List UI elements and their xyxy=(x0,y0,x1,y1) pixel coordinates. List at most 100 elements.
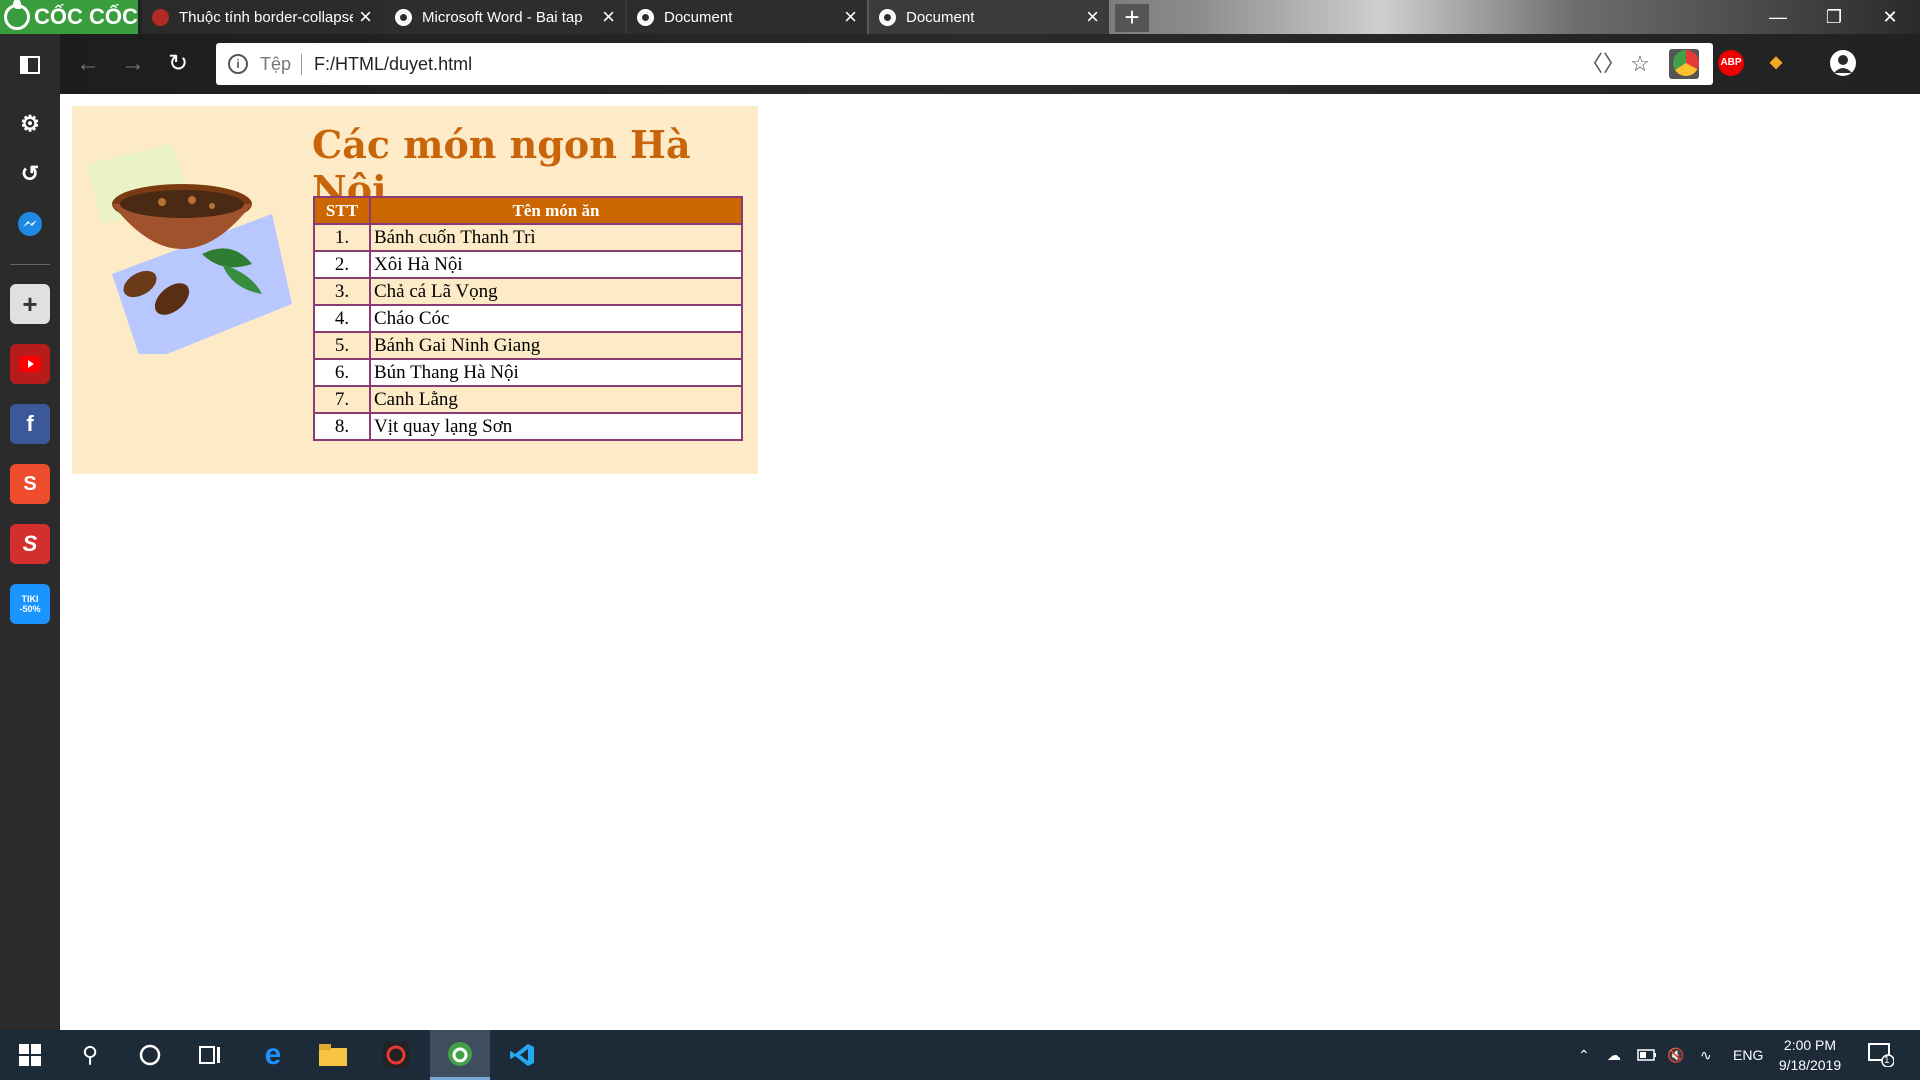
table-row: 2. Xôi Hà Nội xyxy=(313,250,743,279)
column-header-dish: Tên món ăn xyxy=(369,196,743,225)
clock-time: 2:00 PM xyxy=(1783,1037,1837,1053)
row-number: 8. xyxy=(313,412,371,441)
file-explorer-icon[interactable] xyxy=(303,1030,363,1080)
globe-icon xyxy=(879,8,896,26)
battery-icon[interactable] xyxy=(1637,1030,1657,1080)
shopee-icon[interactable]: S xyxy=(10,464,50,504)
adblock-icon[interactable]: ABP xyxy=(1718,50,1744,76)
sidebar-toggle-icon[interactable] xyxy=(10,45,50,85)
tab-title: Document xyxy=(906,8,975,26)
food-table: STT Tên món ăn 1. Bánh cuốn Thanh Trì 2. X… xyxy=(313,196,743,441)
row-number: 4. xyxy=(313,304,371,333)
dish-name: Xôi Hà Nội xyxy=(369,250,743,279)
coccoc-logo[interactable]: CỐC CỐC xyxy=(0,0,138,34)
garena-icon[interactable] xyxy=(366,1030,426,1080)
table-row: 7. Canh Lằng xyxy=(313,385,743,414)
dish-name: Bánh cuốn Thanh Trì xyxy=(369,223,743,252)
food-bowl-illustration xyxy=(87,144,292,354)
notification-count: 1 xyxy=(1884,1055,1890,1066)
restore-icon[interactable]: ❐ xyxy=(1806,0,1862,34)
table-row: 5. Bánh Gai Ninh Giang xyxy=(313,331,743,360)
tiki-icon[interactable]: TIKI -50% xyxy=(10,584,50,624)
row-number: 7. xyxy=(313,385,371,414)
clock[interactable]: 2:00 PM 9/18/2019 xyxy=(1765,1035,1855,1075)
profile-avatar-icon[interactable] xyxy=(1830,50,1856,76)
facebook-icon[interactable]: f xyxy=(10,404,50,444)
row-number: 6. xyxy=(313,358,371,387)
page-viewport: Các món ngon Hà Nội STT Tên món ăn 1. Bán… xyxy=(60,94,1920,1030)
translate-icon[interactable]: 〈〉 xyxy=(1581,49,1625,79)
tray-chevron-icon[interactable]: ⌃ xyxy=(1578,1030,1590,1080)
window-close-icon[interactable]: ✕ xyxy=(1862,0,1918,34)
tab-title: Microsoft Word - Bai tap xyxy=(422,8,583,26)
dish-name: Vịt quay lạng Sơn xyxy=(369,412,743,441)
extension-diamond-icon[interactable]: ◆ xyxy=(1763,50,1789,76)
volume-muted-icon[interactable]: 🔇 xyxy=(1667,1030,1684,1080)
tab-word-document[interactable]: Microsoft Word - Bai tap × xyxy=(385,0,625,34)
coccoc-taskbar-icon[interactable] xyxy=(430,1030,490,1080)
settings-gear-icon[interactable]: ⚙ xyxy=(10,104,50,144)
url-field[interactable]: F:/HTML/duyet.html xyxy=(314,54,1581,75)
messenger-icon[interactable] xyxy=(10,204,50,244)
globe-icon xyxy=(395,8,412,26)
sidebar-divider xyxy=(10,264,50,265)
scheme-label: Tệp xyxy=(260,53,303,75)
notification-center-icon[interactable]: 1 xyxy=(1868,1030,1894,1080)
history-icon[interactable]: ↺ xyxy=(10,154,50,194)
row-number: 1. xyxy=(313,223,371,252)
table-row: 1. Bánh cuốn Thanh Trì xyxy=(313,223,743,252)
minimize-icon[interactable]: — xyxy=(1750,0,1806,34)
dish-name: Cháo Cóc xyxy=(369,304,743,333)
row-number: 2. xyxy=(313,250,371,279)
close-icon[interactable]: × xyxy=(359,6,372,28)
language-indicator[interactable]: ENG xyxy=(1733,1030,1763,1080)
dish-name: Bánh Gai Ninh Giang xyxy=(369,331,743,360)
tab-document[interactable]: Document × xyxy=(627,0,867,34)
back-arrow-icon[interactable]: ← xyxy=(70,46,106,82)
site-favicon-icon xyxy=(152,8,169,26)
windows-taskbar: ⚲ e ⌃ ☁ 🔇 ∿ ENG 2:00 PM 9/18/2019 1 xyxy=(0,1030,1920,1080)
tab-title: Thuộc tính border-collapse xyxy=(179,8,354,26)
tab-title: Document xyxy=(664,8,733,26)
content-card: Các món ngon Hà Nội STT Tên món ăn 1. Bán… xyxy=(72,106,758,474)
cortana-icon[interactable] xyxy=(120,1030,180,1080)
dish-name: Bún Thang Hà Nội xyxy=(369,358,743,387)
youtube-icon[interactable] xyxy=(10,344,50,384)
extension-rainbow-icon[interactable] xyxy=(1673,50,1699,76)
column-header-stt: STT xyxy=(313,196,371,225)
clock-date: 9/18/2019 xyxy=(1778,1057,1842,1073)
dish-name: Chả cá Lã Vọng xyxy=(369,277,743,306)
globe-icon xyxy=(637,8,654,26)
row-number: 3. xyxy=(313,277,371,306)
browser-sidebar: ⚙ ↺ + f S S TIKI -50% xyxy=(0,34,60,1030)
close-icon[interactable]: × xyxy=(602,6,615,28)
add-shortcut-button[interactable]: + xyxy=(10,284,50,324)
browser-toolbar: ← → ↻ i Tệp F:/HTML/duyet.html 〈〉 ☆ ↓ AB… xyxy=(60,34,1920,94)
sendo-icon[interactable]: S xyxy=(10,524,50,564)
task-view-icon[interactable] xyxy=(180,1030,240,1080)
bookmark-star-icon[interactable]: ☆ xyxy=(1625,49,1655,79)
new-tab-button[interactable]: + xyxy=(1115,4,1149,32)
brand-name: CỐC CỐC xyxy=(34,4,138,29)
search-icon[interactable]: ⚲ xyxy=(60,1030,120,1080)
onedrive-icon[interactable]: ☁ xyxy=(1607,1030,1621,1080)
table-row: 4. Cháo Cóc xyxy=(313,304,743,333)
table-row: 8. Vịt quay lạng Sơn xyxy=(313,412,743,441)
close-icon[interactable]: × xyxy=(844,6,857,28)
coccoc-icon xyxy=(4,0,30,30)
windows-start-icon[interactable] xyxy=(0,1030,60,1080)
wifi-icon[interactable]: ∿ xyxy=(1700,1030,1712,1080)
tab-border-collapse[interactable]: Thuộc tính border-collapse × xyxy=(142,0,382,34)
tab-document-active[interactable]: Document × xyxy=(869,0,1109,34)
info-icon[interactable]: i xyxy=(228,54,248,74)
tab-strip: CỐC CỐC Thuộc tính border-collapse × Mic… xyxy=(0,0,1920,34)
table-row: 6. Bún Thang Hà Nội xyxy=(313,358,743,387)
row-number: 5. xyxy=(313,331,371,360)
edge-icon[interactable]: e xyxy=(243,1030,303,1080)
address-bar[interactable]: i Tệp F:/HTML/duyet.html 〈〉 ☆ ↓ xyxy=(216,43,1713,85)
table-row: 3. Chả cá Lã Vọng xyxy=(313,277,743,306)
reload-icon[interactable]: ↻ xyxy=(160,46,196,82)
vscode-icon[interactable] xyxy=(492,1030,552,1080)
close-icon[interactable]: × xyxy=(1086,6,1099,28)
forward-arrow-icon[interactable]: → xyxy=(115,46,151,82)
